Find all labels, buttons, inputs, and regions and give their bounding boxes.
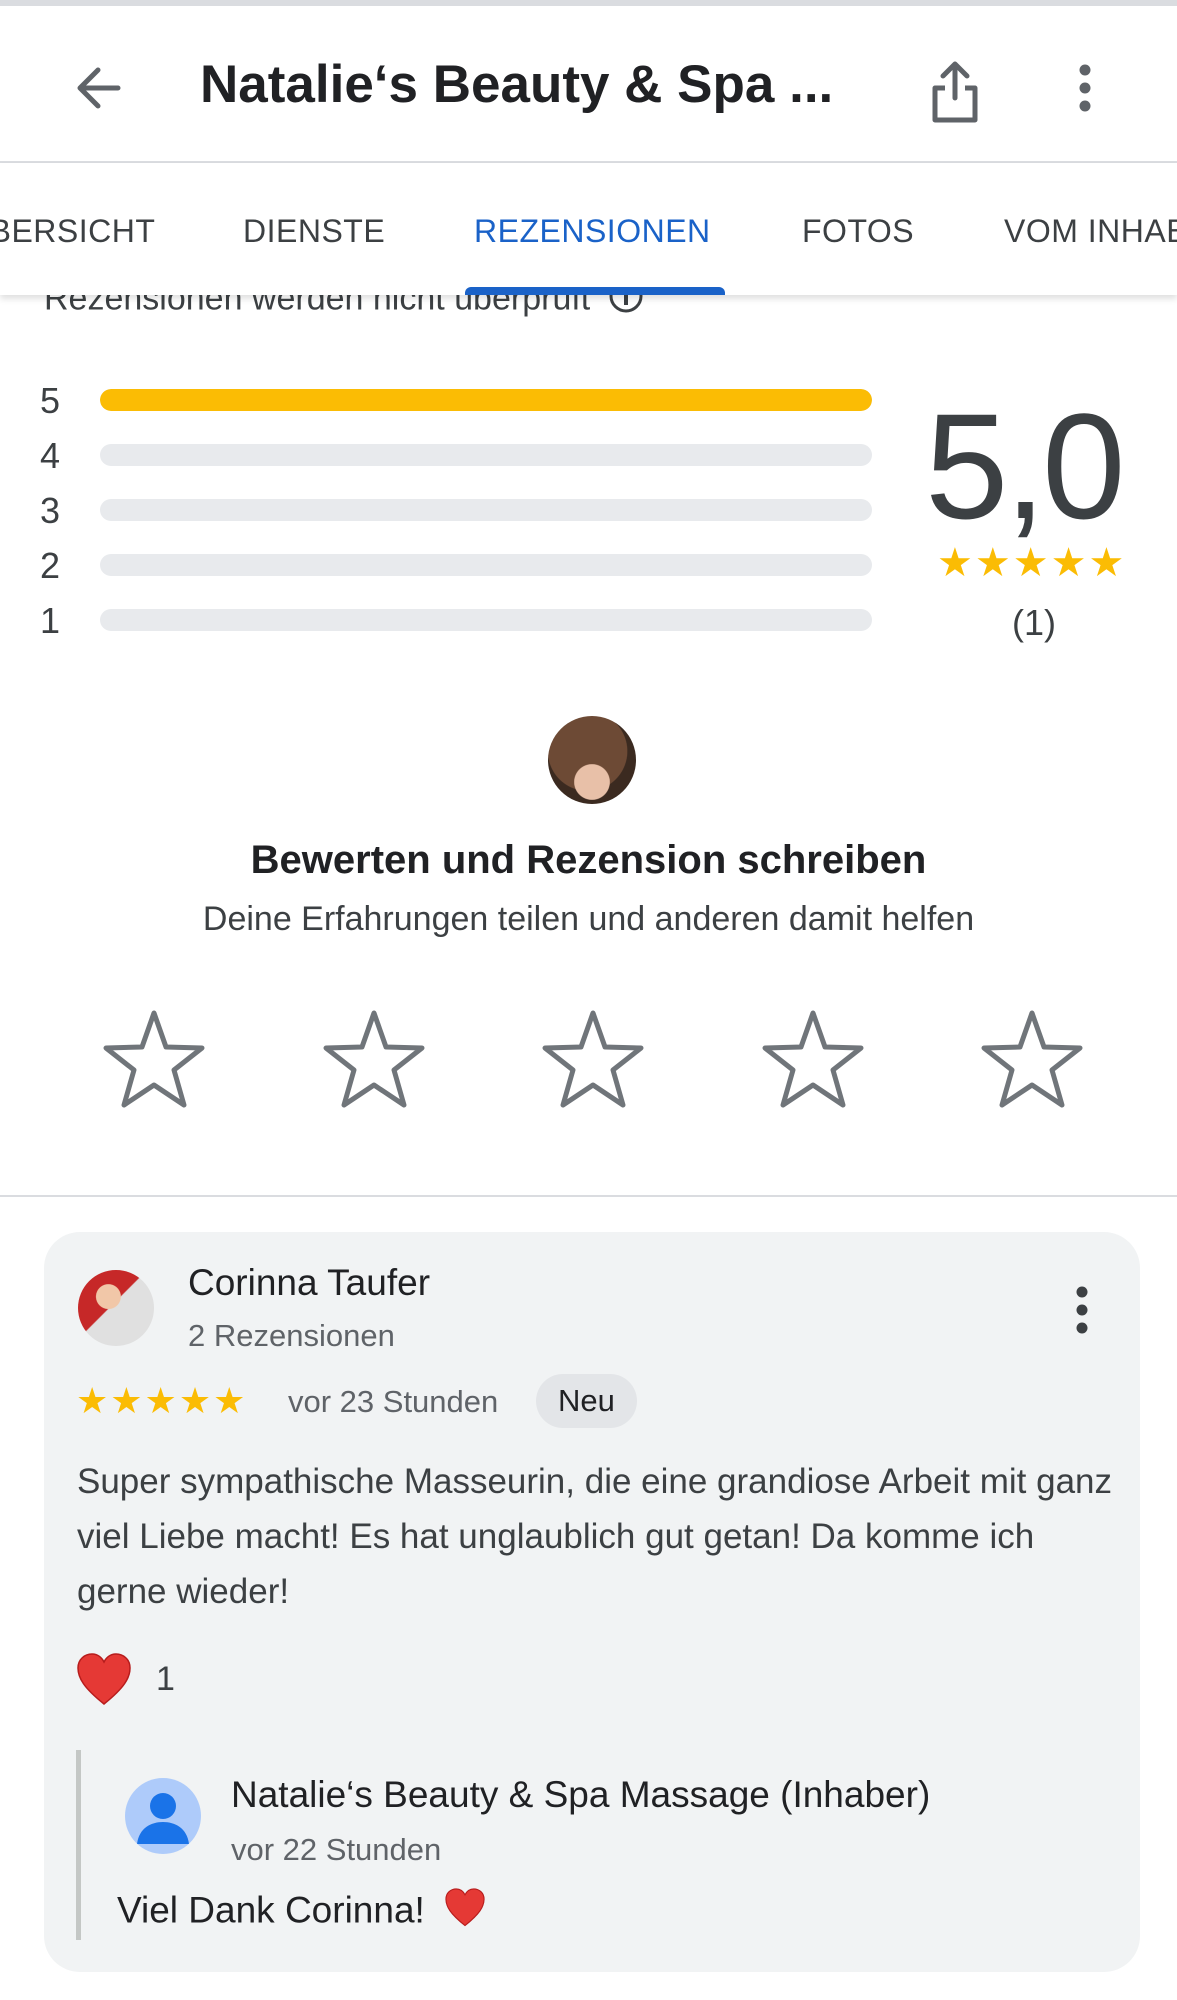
dist-bar-fill-5 xyxy=(100,389,872,411)
tab-bar: ÜBERSICHT DIENSTE REZENSIONEN FOTOS VOM … xyxy=(0,163,1177,295)
dist-bar-5 xyxy=(100,389,872,411)
current-user-avatar xyxy=(548,716,636,804)
page-title: Natalie‘s Beauty & Spa ... xyxy=(200,55,834,114)
review-more-button[interactable] xyxy=(1062,1280,1102,1340)
section-divider xyxy=(0,1195,1177,1197)
owner-reply-text: Viel Dank Corinna! xyxy=(117,1889,425,1931)
rate-star-5[interactable] xyxy=(977,1005,1087,1115)
rate-star-1[interactable] xyxy=(99,1005,209,1115)
reviewer-name[interactable]: Corinna Taufer xyxy=(188,1262,430,1304)
more-options-button[interactable] xyxy=(1065,58,1105,118)
dist-bar-3 xyxy=(100,499,872,521)
tab-overview[interactable]: ÜBERSICHT xyxy=(0,213,155,250)
more-vert-icon xyxy=(1076,1286,1088,1334)
owner-name: Natalie‘s Beauty & Spa Massage (Inhaber) xyxy=(231,1774,931,1815)
reaction-count: 1 xyxy=(156,1660,175,1698)
back-arrow-icon xyxy=(77,67,121,109)
heart-icon xyxy=(77,1653,131,1705)
dist-bar-1 xyxy=(100,609,872,631)
back-button[interactable] xyxy=(70,58,130,118)
heart-icon xyxy=(443,1886,487,1939)
active-tab-indicator xyxy=(465,287,725,295)
total-review-count: (1) xyxy=(1012,602,1056,643)
dist-label-5: 5 xyxy=(40,380,61,421)
owner-reply-text-row: Viel Dank Corinna! xyxy=(117,1886,487,1939)
owner-reply: Natalie‘s Beauty & Spa Massage (Inhaber)… xyxy=(76,1750,1101,1940)
rate-star-2[interactable] xyxy=(319,1005,429,1115)
owner-avatar xyxy=(125,1778,201,1854)
write-review-title: Bewerten und Rezension schreiben xyxy=(250,838,927,882)
owner-reply-time: vor 22 Stunden xyxy=(231,1832,442,1867)
dist-label-1: 1 xyxy=(40,600,61,641)
dist-bar-2 xyxy=(100,554,872,576)
rate-star-3[interactable] xyxy=(538,1005,648,1115)
review-card: Corinna Taufer 2 Rezensionen ★★★★★ vor 2… xyxy=(44,1232,1140,1972)
tab-photos[interactable]: FOTOS xyxy=(802,213,914,250)
share-button[interactable] xyxy=(925,58,985,124)
new-badge: Neu xyxy=(536,1374,637,1428)
heart-reaction-button[interactable] xyxy=(74,1650,134,1710)
tab-services[interactable]: DIENSTE xyxy=(243,213,385,250)
dist-bar-4 xyxy=(100,444,872,466)
reviewer-review-count: 2 Rezensionen xyxy=(188,1318,395,1353)
review-text: Super sympathische Masseurin, die eine g… xyxy=(77,1462,1112,1611)
rate-star-4[interactable] xyxy=(758,1005,868,1115)
tab-reviews[interactable]: REZENSIONEN xyxy=(474,213,711,250)
dist-label-2: 2 xyxy=(40,545,61,586)
average-stars: ★★★★★ xyxy=(937,541,1127,585)
dist-label-4: 4 xyxy=(40,435,61,476)
review-stars: ★★★★★ xyxy=(76,1380,248,1421)
average-rating: 5,0 xyxy=(925,382,1126,550)
person-icon xyxy=(137,1793,189,1844)
app-header: Natalie‘s Beauty & Spa ... xyxy=(0,6,1177,163)
more-vert-icon xyxy=(1079,64,1091,112)
write-review-subtitle: Deine Erfahrungen teilen und anderen dam… xyxy=(202,900,975,938)
review-time: vor 23 Stunden xyxy=(288,1384,499,1419)
reviewer-avatar[interactable] xyxy=(78,1270,154,1346)
tab-from-owner[interactable]: VOM INHABER xyxy=(1004,213,1177,250)
share-icon xyxy=(932,61,978,123)
dist-label-3: 3 xyxy=(40,490,61,531)
